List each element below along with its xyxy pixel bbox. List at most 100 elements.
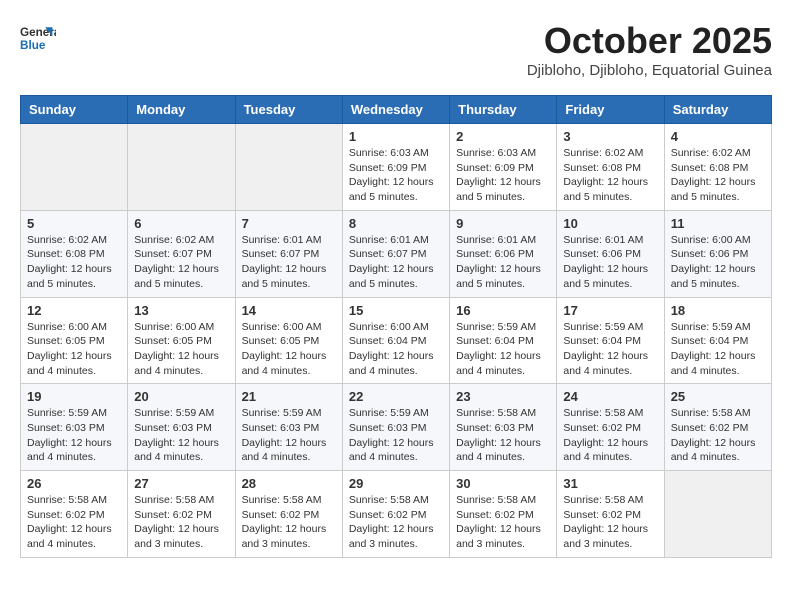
day-number: 25 xyxy=(671,389,765,404)
day-info: Sunrise: 5:59 AMSunset: 6:03 PMDaylight:… xyxy=(27,406,121,465)
day-number: 13 xyxy=(134,303,228,318)
day-info: Sunrise: 5:59 AMSunset: 6:04 PMDaylight:… xyxy=(563,320,657,379)
calendar-cell: 27 Sunrise: 5:58 AMSunset: 6:02 PMDayligh… xyxy=(128,471,235,558)
calendar-cell: 10 Sunrise: 6:01 AMSunset: 6:06 PMDayligh… xyxy=(557,210,664,297)
calendar-cell: 3 Sunrise: 6:02 AMSunset: 6:08 PMDaylight… xyxy=(557,124,664,211)
calendar-cell: 7 Sunrise: 6:01 AMSunset: 6:07 PMDaylight… xyxy=(235,210,342,297)
day-header-monday: Monday xyxy=(128,96,235,124)
day-number: 18 xyxy=(671,303,765,318)
day-number: 31 xyxy=(563,476,657,491)
day-header-sunday: Sunday xyxy=(21,96,128,124)
day-info: Sunrise: 6:03 AMSunset: 6:09 PMDaylight:… xyxy=(349,146,443,205)
title-block: October 2025 Djibloho, Djibloho, Equator… xyxy=(527,20,772,79)
day-info: Sunrise: 6:00 AMSunset: 6:05 PMDaylight:… xyxy=(134,320,228,379)
day-info: Sunrise: 5:59 AMSunset: 6:03 PMDaylight:… xyxy=(134,406,228,465)
day-info: Sunrise: 6:01 AMSunset: 6:06 PMDaylight:… xyxy=(456,233,550,292)
day-info: Sunrise: 6:03 AMSunset: 6:09 PMDaylight:… xyxy=(456,146,550,205)
day-number: 26 xyxy=(27,476,121,491)
week-row-2: 5Sunrise: 6:02 AMSunset: 6:08 PMDaylight… xyxy=(21,210,772,297)
day-info: Sunrise: 6:00 AMSunset: 6:05 PMDaylight:… xyxy=(27,320,121,379)
day-number: 3 xyxy=(563,129,657,144)
day-info: Sunrise: 5:58 AMSunset: 6:02 PMDaylight:… xyxy=(27,493,121,552)
calendar-cell: 30Sunrise: 5:58 AMSunset: 6:02 PMDayligh… xyxy=(450,471,557,558)
day-header-tuesday: Tuesday xyxy=(235,96,342,124)
calendar-cell: 16 Sunrise: 5:59 AMSunset: 6:04 PMDayligh… xyxy=(450,297,557,384)
day-number: 11 xyxy=(671,216,765,231)
day-info: Sunrise: 5:59 AMSunset: 6:03 PMDaylight:… xyxy=(242,406,336,465)
day-number: 19 xyxy=(27,389,121,404)
calendar-cell: 28Sunrise: 5:58 AMSunset: 6:02 PMDayligh… xyxy=(235,471,342,558)
day-number: 12 xyxy=(27,303,121,318)
calendar-cell: 12 Sunrise: 6:00 AMSunset: 6:05 PMDayligh… xyxy=(21,297,128,384)
day-info: Sunrise: 5:58 AMSunset: 6:02 PMDaylight:… xyxy=(671,406,765,465)
calendar-cell xyxy=(235,124,342,211)
logo: General Blue xyxy=(20,20,56,56)
day-info: Sunrise: 5:58 AMSunset: 6:02 PMDaylight:… xyxy=(349,493,443,552)
calendar-header-row: SundayMondayTuesdayWednesdayThursdayFrid… xyxy=(21,96,772,124)
calendar-cell: 26 Sunrise: 5:58 AMSunset: 6:02 PMDayligh… xyxy=(21,471,128,558)
page-header: General Blue October 2025 Djibloho, Djib… xyxy=(20,20,772,79)
calendar-cell xyxy=(21,124,128,211)
day-number: 9 xyxy=(456,216,550,231)
calendar-cell: 31 Sunrise: 5:58 AMSunset: 6:02 PMDayligh… xyxy=(557,471,664,558)
calendar-cell xyxy=(128,124,235,211)
week-row-5: 26 Sunrise: 5:58 AMSunset: 6:02 PMDayligh… xyxy=(21,471,772,558)
calendar-cell: 14 Sunrise: 6:00 AMSunset: 6:05 PMDayligh… xyxy=(235,297,342,384)
day-number: 16 xyxy=(456,303,550,318)
calendar-cell: 23Sunrise: 5:58 AMSunset: 6:03 PMDayligh… xyxy=(450,384,557,471)
day-number: 24 xyxy=(563,389,657,404)
day-info: Sunrise: 5:58 AMSunset: 6:02 PMDaylight:… xyxy=(456,493,550,552)
day-info: Sunrise: 5:59 AMSunset: 6:04 PMDaylight:… xyxy=(456,320,550,379)
day-info: Sunrise: 5:58 AMSunset: 6:02 PMDaylight:… xyxy=(563,406,657,465)
day-info: Sunrise: 6:00 AMSunset: 6:04 PMDaylight:… xyxy=(349,320,443,379)
day-number: 5 xyxy=(27,216,121,231)
day-number: 15 xyxy=(349,303,443,318)
calendar-cell: 24 Sunrise: 5:58 AMSunset: 6:02 PMDayligh… xyxy=(557,384,664,471)
calendar-cell: 21Sunrise: 5:59 AMSunset: 6:03 PMDayligh… xyxy=(235,384,342,471)
week-row-3: 12 Sunrise: 6:00 AMSunset: 6:05 PMDayligh… xyxy=(21,297,772,384)
day-info: Sunrise: 5:58 AMSunset: 6:02 PMDaylight:… xyxy=(563,493,657,552)
day-info: Sunrise: 5:58 AMSunset: 6:02 PMDaylight:… xyxy=(242,493,336,552)
calendar-cell: 4 Sunrise: 6:02 AMSunset: 6:08 PMDaylight… xyxy=(664,124,771,211)
day-header-friday: Friday xyxy=(557,96,664,124)
calendar-cell: 8Sunrise: 6:01 AMSunset: 6:07 PMDaylight… xyxy=(342,210,449,297)
location-title: Djibloho, Djibloho, Equatorial Guinea xyxy=(527,62,772,79)
day-number: 14 xyxy=(242,303,336,318)
day-header-saturday: Saturday xyxy=(664,96,771,124)
day-info: Sunrise: 5:59 AMSunset: 6:03 PMDaylight:… xyxy=(349,406,443,465)
day-info: Sunrise: 6:01 AMSunset: 6:07 PMDaylight:… xyxy=(242,233,336,292)
day-info: Sunrise: 5:59 AMSunset: 6:04 PMDaylight:… xyxy=(671,320,765,379)
calendar-cell xyxy=(664,471,771,558)
calendar-cell: 25 Sunrise: 5:58 AMSunset: 6:02 PMDayligh… xyxy=(664,384,771,471)
day-info: Sunrise: 6:00 AMSunset: 6:06 PMDaylight:… xyxy=(671,233,765,292)
day-header-thursday: Thursday xyxy=(450,96,557,124)
calendar-cell: 18 Sunrise: 5:59 AMSunset: 6:04 PMDayligh… xyxy=(664,297,771,384)
day-number: 10 xyxy=(563,216,657,231)
day-header-wednesday: Wednesday xyxy=(342,96,449,124)
day-number: 27 xyxy=(134,476,228,491)
calendar-cell: 11 Sunrise: 6:00 AMSunset: 6:06 PMDayligh… xyxy=(664,210,771,297)
day-info: Sunrise: 6:00 AMSunset: 6:05 PMDaylight:… xyxy=(242,320,336,379)
calendar-cell: 15 Sunrise: 6:00 AMSunset: 6:04 PMDayligh… xyxy=(342,297,449,384)
day-number: 23 xyxy=(456,389,550,404)
logo-icon: General Blue xyxy=(20,20,56,56)
day-number: 1 xyxy=(349,129,443,144)
day-number: 6 xyxy=(134,216,228,231)
calendar-cell: 13 Sunrise: 6:00 AMSunset: 6:05 PMDayligh… xyxy=(128,297,235,384)
day-info: Sunrise: 6:02 AMSunset: 6:08 PMDaylight:… xyxy=(671,146,765,205)
calendar-cell: 22 Sunrise: 5:59 AMSunset: 6:03 PMDayligh… xyxy=(342,384,449,471)
day-info: Sunrise: 5:58 AMSunset: 6:02 PMDaylight:… xyxy=(134,493,228,552)
calendar-cell: 5Sunrise: 6:02 AMSunset: 6:08 PMDaylight… xyxy=(21,210,128,297)
week-row-4: 19 Sunrise: 5:59 AMSunset: 6:03 PMDayligh… xyxy=(21,384,772,471)
day-info: Sunrise: 6:01 AMSunset: 6:06 PMDaylight:… xyxy=(563,233,657,292)
day-number: 2 xyxy=(456,129,550,144)
calendar-cell: 6Sunrise: 6:02 AMSunset: 6:07 PMDaylight… xyxy=(128,210,235,297)
month-title: October 2025 xyxy=(527,20,772,62)
calendar-cell: 1 Sunrise: 6:03 AMSunset: 6:09 PMDaylight… xyxy=(342,124,449,211)
day-number: 4 xyxy=(671,129,765,144)
day-number: 8 xyxy=(349,216,443,231)
day-number: 22 xyxy=(349,389,443,404)
svg-text:Blue: Blue xyxy=(20,39,46,52)
day-number: 7 xyxy=(242,216,336,231)
day-info: Sunrise: 6:02 AMSunset: 6:08 PMDaylight:… xyxy=(563,146,657,205)
